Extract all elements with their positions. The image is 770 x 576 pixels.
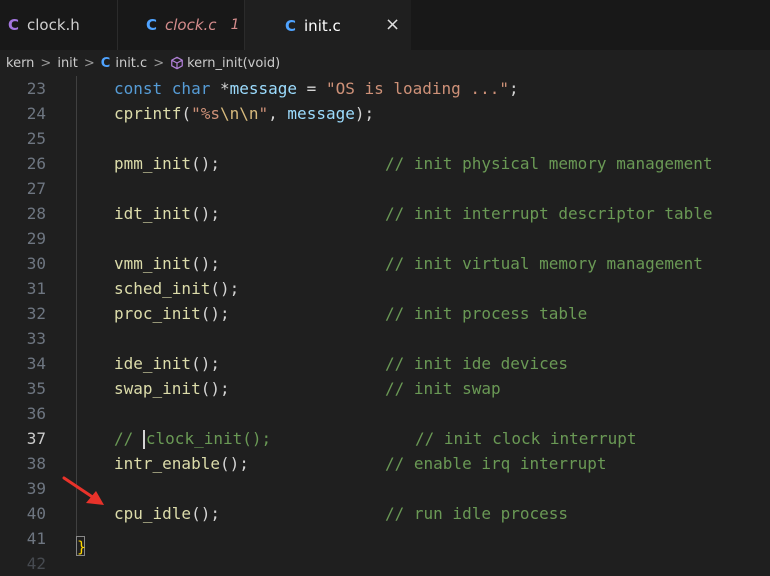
code-line[interactable]: 34 ide_init(); // init ide devices <box>0 351 770 376</box>
close-icon[interactable]: × <box>385 15 400 35</box>
code-line[interactable]: 31 sched_init(); <box>0 276 770 301</box>
line-number: 36 <box>26 404 46 423</box>
symbol-method-icon <box>171 56 183 70</box>
code-line[interactable]: 25 <box>0 126 770 151</box>
code-line[interactable]: 38 intr_enable(); // enable irq interrup… <box>0 451 770 476</box>
code-line[interactable]: 39 <box>0 476 770 501</box>
code-line[interactable]: 35 swap_init(); // init swap <box>0 376 770 401</box>
line-number: 33 <box>26 329 46 348</box>
code-text: pmm_init(); <box>114 154 220 173</box>
code-comment: // init process table <box>385 304 588 323</box>
code-line[interactable]: 33 <box>0 326 770 351</box>
code-line[interactable]: 42 <box>0 551 770 576</box>
code-text: swap_init(); <box>114 379 230 398</box>
code-text: // clock_init(); <box>114 429 272 449</box>
code-comment: // run idle process <box>385 504 569 523</box>
line-number: 41 <box>26 529 46 548</box>
line-number: 35 <box>26 379 46 398</box>
line-number: 39 <box>26 479 46 498</box>
chevron-right-icon: > <box>40 55 52 71</box>
line-number: 42 <box>26 554 46 573</box>
line-number: 23 <box>26 79 46 98</box>
code-text: idt_init(); <box>114 204 220 223</box>
breadcrumb-item-kern[interactable]: kern <box>6 56 34 71</box>
code-line[interactable]: 40 cpu_idle(); // run idle process <box>0 501 770 526</box>
problem-count-badge: 1 <box>230 17 240 33</box>
code-line[interactable]: 41 <box>0 526 770 551</box>
tab-bar: C clock.h C clock.c 1 C init.c × <box>0 0 770 50</box>
code-comment: // init interrupt descriptor table <box>385 204 713 223</box>
code-text: cpu_idle(); <box>114 504 220 523</box>
c-file-icon: C <box>285 16 297 35</box>
code-line[interactable]: 26 pmm_init(); // init physical memory m… <box>0 151 770 176</box>
code-line[interactable]: 32 proc_init(); // init process table <box>0 301 770 326</box>
line-number: 38 <box>26 454 46 473</box>
code-text: ide_init(); <box>114 354 220 373</box>
code-text: sched_init(); <box>114 279 240 298</box>
line-number: 40 <box>26 504 46 523</box>
code-line-active[interactable]: 37 // clock_init(); // init clock interr… <box>0 426 770 451</box>
breadcrumb-item-symbol[interactable]: kern_init(void) <box>187 56 280 71</box>
line-number: 32 <box>26 304 46 323</box>
line-number: 26 <box>26 154 46 173</box>
code-line[interactable]: 36 <box>0 401 770 426</box>
tab-clock-c[interactable]: C clock.c 1 <box>118 0 245 50</box>
code-text: const char *message = "OS is loading ...… <box>114 79 519 98</box>
chevron-right-icon: > <box>153 55 165 71</box>
code-comment: // init swap <box>385 379 501 398</box>
line-number: 28 <box>26 204 46 223</box>
code-line[interactable]: 28 idt_init(); // init interrupt descrip… <box>0 201 770 226</box>
code-text: vmm_init(); <box>114 254 220 273</box>
code-line[interactable]: 29 <box>0 226 770 251</box>
tab-label: init.c <box>304 16 341 35</box>
breadcrumb-item-file[interactable]: init.c <box>115 56 147 71</box>
code-line[interactable]: 30 vmm_init(); // init virtual memory ma… <box>0 251 770 276</box>
line-number: 34 <box>26 354 46 373</box>
code-comment: // init clock interrupt <box>415 429 637 448</box>
code-text: proc_init(); <box>114 304 230 323</box>
code-comment: // enable irq interrupt <box>385 454 607 473</box>
code-text: cprintf("%s\n\n", message); <box>114 104 375 123</box>
line-number: 27 <box>26 179 46 198</box>
code-comment: // init physical memory management <box>385 154 713 173</box>
tab-label: clock.c <box>165 16 217 34</box>
line-number: 24 <box>26 104 46 123</box>
code-line[interactable]: 27 <box>0 176 770 201</box>
code-line[interactable]: 23 const char *message = "OS is loading … <box>0 76 770 101</box>
code-editor[interactable]: 23 const char *message = "OS is loading … <box>0 76 770 573</box>
line-number: 37 <box>26 429 46 448</box>
breadcrumb: kern > init > C init.c > kern_init(void) <box>0 50 770 76</box>
red-arrow-icon <box>62 476 104 505</box>
code-line[interactable]: 24 cprintf("%s\n\n", message); <box>0 101 770 126</box>
line-number: 29 <box>26 229 46 248</box>
tab-clock-h[interactable]: C clock.h <box>0 0 118 50</box>
chevron-right-icon: > <box>83 55 95 71</box>
line-number: 30 <box>26 254 46 273</box>
tab-init-c[interactable]: C init.c × <box>245 0 411 50</box>
c-file-icon: C <box>8 16 20 34</box>
c-file-icon: C <box>100 55 111 71</box>
code-comment: // init virtual memory management <box>385 254 703 273</box>
code-comment: // init ide devices <box>385 354 569 373</box>
line-number: 25 <box>26 129 46 148</box>
line-number: 31 <box>26 279 46 298</box>
tab-label: clock.h <box>27 16 80 34</box>
c-file-icon: C <box>146 16 158 34</box>
code-text: intr_enable(); <box>114 454 249 473</box>
breadcrumb-item-init[interactable]: init <box>57 56 78 71</box>
text-cursor <box>142 430 145 449</box>
